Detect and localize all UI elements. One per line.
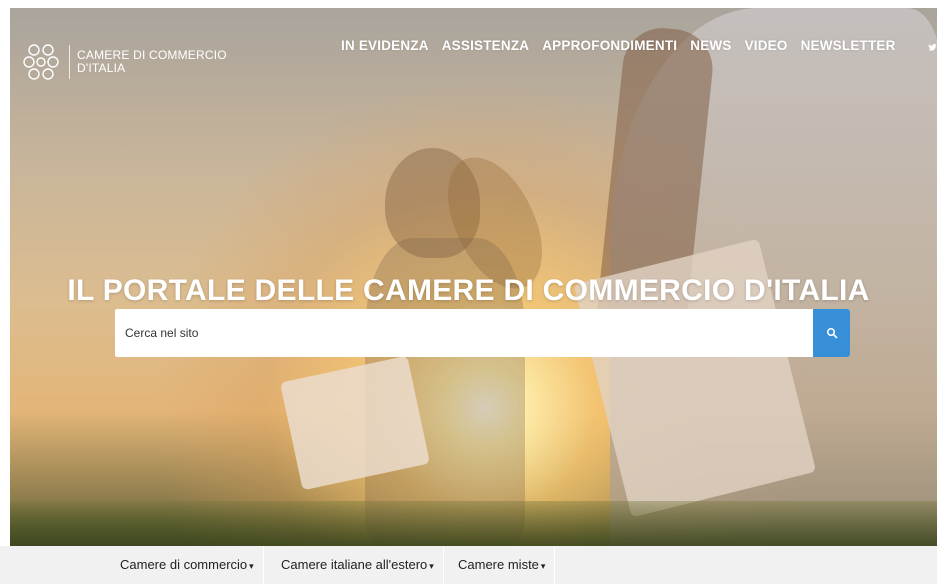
tab-camere-miste[interactable]: Camere miste ▾ bbox=[449, 546, 556, 584]
tab-label: Camere italiane all'estero bbox=[281, 557, 428, 572]
tab-label: Camere miste bbox=[458, 557, 539, 572]
site-logo[interactable]: CAMERE DI COMMERCIO D'ITALIA bbox=[22, 40, 227, 84]
nav-item-assistenza[interactable]: ASSISTENZA bbox=[442, 38, 530, 53]
nav-item-newsletter[interactable]: NEWSLETTER bbox=[801, 38, 896, 53]
logo-divider bbox=[69, 45, 70, 79]
search-icon bbox=[826, 327, 837, 339]
logo-text: CAMERE DI COMMERCIO D'ITALIA bbox=[77, 49, 227, 75]
twitter-icon[interactable] bbox=[928, 40, 937, 55]
logo-mark-icon bbox=[23, 44, 59, 80]
hero-headline: IL PORTALE DELLE CAMERE DI COMMERCIO D'I… bbox=[67, 274, 870, 308]
logo-text-line2: D'ITALIA bbox=[77, 61, 126, 75]
nav-item-in-evidenza[interactable]: IN EVIDENZA bbox=[341, 38, 429, 53]
tab-camere-italiane-estero[interactable]: Camere italiane all'estero ▾ bbox=[272, 546, 444, 584]
search-button[interactable] bbox=[813, 309, 850, 357]
caret-down-icon: ▾ bbox=[540, 560, 546, 571]
nav-item-news[interactable]: NEWS bbox=[690, 38, 731, 53]
caret-down-icon: ▾ bbox=[429, 560, 434, 571]
hero-field bbox=[10, 501, 937, 546]
caret-down-icon: ▾ bbox=[249, 560, 254, 571]
tab-label: Camere di commercio bbox=[120, 557, 248, 572]
nav-item-video[interactable]: VIDEO bbox=[745, 38, 788, 53]
search-input[interactable] bbox=[115, 309, 813, 357]
tab-camere-di-commercio[interactable]: Camere di commercio ▾ bbox=[111, 546, 264, 584]
main-nav: IN EVIDENZA ASSISTENZA APPROFONDIMENTI N… bbox=[341, 38, 896, 53]
nav-item-approfondimenti[interactable]: APPROFONDIMENTI bbox=[542, 38, 677, 53]
